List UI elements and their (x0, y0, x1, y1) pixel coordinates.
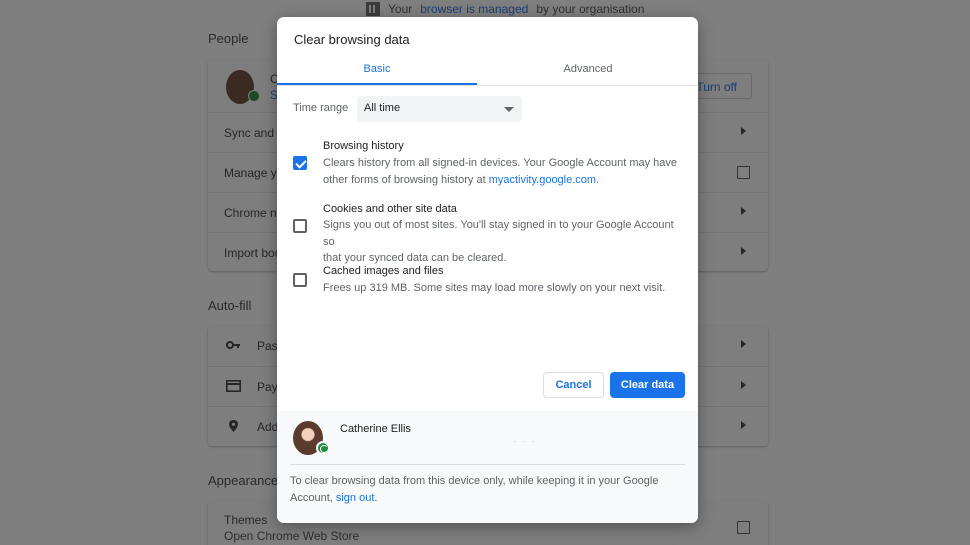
sync-badge-icon (248, 90, 260, 102)
chevron-right-icon (741, 127, 746, 135)
clear-browsing-data-dialog: Clear browsing data Basic Advanced Time … (277, 17, 698, 523)
key-icon (226, 341, 240, 349)
dropdown-arrow-icon (504, 107, 514, 112)
autofill-section-title: Auto-fill (208, 298, 252, 313)
location-pin-icon (229, 420, 238, 432)
sync-badge-icon (316, 441, 330, 455)
sign-out-link[interactable]: sign out (336, 492, 375, 504)
cookies-checkbox[interactable] (293, 219, 307, 233)
account-name: Catherine Ellis (340, 423, 411, 435)
browsing-history-title: Browsing history (323, 140, 404, 152)
dialog-title: Clear browsing data (294, 32, 410, 47)
managed-link[interactable]: browser is managed (420, 2, 528, 16)
chevron-right-icon (741, 381, 746, 389)
building-icon (366, 2, 380, 16)
open-external-icon (737, 521, 750, 534)
chevron-right-icon (741, 207, 746, 215)
signout-note: To clear browsing data from this device … (290, 475, 659, 504)
clear-data-button[interactable]: Clear data (610, 372, 685, 398)
chevron-right-icon (741, 340, 746, 348)
credit-card-icon (226, 380, 241, 392)
cached-images-desc: Frees up 319 MB. Some sites may load mor… (323, 282, 666, 294)
people-section-title: People (208, 31, 249, 46)
tab-basic[interactable]: Basic (277, 55, 477, 86)
account-footer: Catherine Ellis · · · To clear browsing … (277, 411, 698, 523)
divider (290, 464, 685, 465)
browsing-history-desc: Clears history from all signed-in device… (323, 157, 678, 186)
tab-advanced[interactable]: Advanced (488, 55, 688, 86)
time-range-select[interactable]: All time (357, 96, 522, 122)
cached-images-checkbox[interactable] (293, 273, 307, 287)
chevron-right-icon (741, 421, 746, 429)
appearance-section-title: Appearance (208, 473, 279, 488)
account-email-masked: · · · (513, 436, 537, 446)
tab-bar: Basic Advanced (277, 55, 698, 86)
cookies-title: Cookies and other site data (323, 203, 457, 215)
cached-images-title: Cached images and files (323, 265, 444, 277)
chevron-right-icon (741, 247, 746, 255)
browsing-history-checkbox[interactable] (293, 156, 307, 170)
cancel-button[interactable]: Cancel (543, 372, 604, 398)
managed-notice: Your browser is managed by your organisa… (366, 1, 644, 17)
cookies-desc: Signs you out of most sites. You'll stay… (323, 219, 674, 264)
open-external-icon (737, 166, 750, 179)
tab-selected-indicator (277, 83, 477, 85)
time-range-label: Time range (293, 102, 349, 114)
myactivity-link[interactable]: myactivity.google.com (489, 174, 596, 186)
